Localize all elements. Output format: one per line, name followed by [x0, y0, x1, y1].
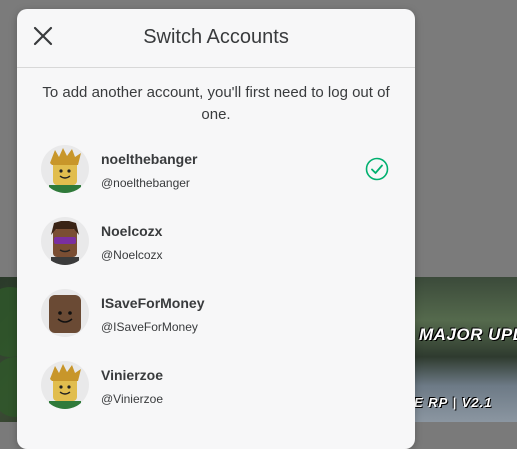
account-username: @Noelcozx	[101, 248, 163, 262]
avatar	[41, 289, 89, 337]
modal-header: Switch Accounts	[17, 9, 415, 68]
account-item[interactable]: Noelcozx @Noelcozx	[17, 212, 415, 284]
account-display-name: Noelcozx	[101, 223, 163, 239]
account-item[interactable]: ISaveForMoney @ISaveForMoney	[17, 284, 415, 356]
game-banner-text: MAJOR UPD	[419, 325, 517, 344]
account-username: @ISaveForMoney	[101, 320, 198, 334]
account-display-name: Vinierzoe	[101, 367, 163, 383]
account-item[interactable]: noelthebanger @noelthebanger	[17, 140, 415, 212]
account-username: @noelthebanger	[101, 176, 190, 190]
account-item[interactable]: Vinierzoe @Vinierzoe	[17, 356, 415, 428]
modal-title: Switch Accounts	[143, 26, 289, 48]
game-banner-subtext: E RP | V2.1	[414, 395, 493, 410]
checkmark-circle-icon	[365, 157, 389, 181]
account-display-name: ISaveForMoney	[101, 295, 205, 311]
switch-accounts-modal: Switch Accounts To add another account, …	[17, 9, 415, 449]
avatar	[41, 217, 89, 265]
account-list: noelthebanger @noelthebanger Noelcozx @N…	[17, 140, 415, 428]
modal-description: To add another account, you'll first nee…	[42, 84, 390, 123]
account-display-name: noelthebanger	[101, 151, 198, 167]
avatar	[41, 361, 89, 409]
account-username: @Vinierzoe	[101, 392, 163, 406]
avatar	[41, 145, 89, 193]
